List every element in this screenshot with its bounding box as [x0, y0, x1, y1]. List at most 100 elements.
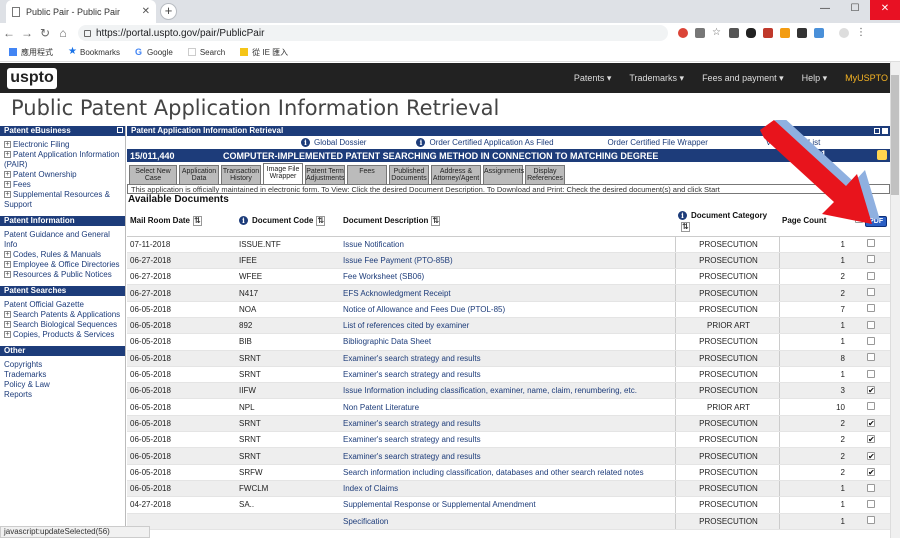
case-tab[interactable]: Transaction History — [221, 165, 261, 184]
sidebar-link[interactable]: + Resources & Public Notices — [4, 270, 122, 280]
document-description-link[interactable]: Issue Notification — [340, 236, 675, 253]
case-tab[interactable]: Address & Attorney/Agent — [431, 165, 481, 184]
document-checkbox[interactable]: ✔ — [867, 418, 875, 427]
document-description-link[interactable]: Bibliographic Data Sheet — [340, 333, 675, 351]
col-document-code[interactable]: i Document Code ⇅ — [236, 206, 340, 237]
document-description-link[interactable]: EFS Acknowledgment Receipt — [340, 284, 675, 302]
bookmark-google[interactable]: G Google — [135, 48, 173, 57]
scrollbar-thumb[interactable] — [891, 75, 899, 195]
document-description-link[interactable]: Issue Information including classificati… — [340, 382, 675, 400]
expand-plus-icon[interactable]: + — [4, 191, 11, 199]
sidebar-link[interactable]: + Copies, Products & Services — [4, 330, 122, 340]
nav-trademarks[interactable]: Trademarks ▾ — [629, 73, 684, 84]
expand-plus-icon[interactable]: + — [4, 271, 11, 279]
bookmark-bookmarks[interactable]: ★ Bookmarks — [68, 47, 120, 57]
nav-myuspto[interactable]: MyUSPTO — [845, 73, 888, 83]
nav-fees-payment[interactable]: Fees and payment ▾ — [702, 73, 784, 84]
link-order-file-wrapper[interactable]: Order Certified File Wrapper — [608, 138, 708, 147]
document-checkbox[interactable] — [867, 369, 875, 378]
sidebar-link[interactable]: + Patent Ownership — [4, 170, 122, 180]
document-checkbox[interactable]: ✔ — [867, 467, 875, 476]
document-description-link[interactable]: Supplemental Response or Supplemental Am… — [340, 496, 675, 514]
expand-plus-icon[interactable]: + — [4, 311, 11, 319]
sidebar-link[interactable]: Trademarks — [4, 370, 122, 380]
case-tab[interactable]: Fees — [347, 165, 387, 184]
star-bookmark-icon[interactable]: ☆ — [712, 28, 722, 38]
document-description-link[interactable]: Examiner's search strategy and results — [340, 366, 675, 384]
expand-plus-icon[interactable]: + — [4, 151, 11, 159]
profile-icon[interactable] — [839, 28, 849, 38]
col-mail-room-date[interactable]: Mail Room Date ⇅ — [127, 206, 236, 237]
extension-blue-icon[interactable] — [814, 28, 824, 38]
home-icon[interactable]: ⌂ — [54, 26, 72, 40]
reload-icon[interactable]: ↻ — [36, 26, 54, 40]
document-description-link[interactable]: Notice of Allowance and Fees Due (PTOL-8… — [340, 301, 675, 318]
browser-tab[interactable]: Public Pair - Public Pair ✕ — [6, 0, 156, 23]
close-tab-icon[interactable]: ✕ — [142, 6, 150, 17]
sidebar-link[interactable]: Patent Guidance and General Info — [4, 230, 122, 250]
document-checkbox[interactable] — [867, 516, 875, 525]
sidebar-link[interactable]: + Search Patents & Applications — [4, 310, 122, 320]
sidebar-link[interactable]: + Electronic Filing — [4, 140, 122, 150]
extension-red-icon[interactable] — [678, 28, 688, 38]
document-checkbox[interactable] — [867, 499, 875, 508]
case-tab[interactable]: Patent Term Adjustments — [305, 165, 345, 184]
extension-tag-icon[interactable] — [763, 28, 773, 38]
bookmark-apps[interactable]: 應用程式 — [9, 47, 53, 58]
uspto-logo[interactable]: uspto — [7, 68, 57, 89]
expand-plus-icon[interactable]: + — [4, 181, 11, 189]
case-tab[interactable]: Application Data — [179, 165, 219, 184]
expand-plus-icon[interactable]: + — [4, 251, 11, 259]
link-order-certified-application[interactable]: i Order Certified Application As Filed — [416, 138, 554, 147]
link-global-dossier[interactable]: i Global Dossier — [301, 138, 366, 147]
expand-plus-icon[interactable]: + — [4, 331, 11, 339]
expand-plus-icon[interactable]: + — [4, 261, 11, 269]
col-document-description[interactable]: Document Description ⇅ — [340, 206, 675, 237]
sort-icon[interactable]: ⇅ — [431, 215, 441, 226]
sidebar-link[interactable]: Reports — [4, 390, 122, 400]
forward-icon[interactable]: → — [18, 26, 36, 40]
document-checkbox[interactable]: ✔ — [867, 386, 875, 395]
maximize-icon[interactable]: ☐ — [840, 0, 870, 20]
document-checkbox[interactable]: ✔ — [867, 435, 875, 444]
bookmark-search[interactable]: Search — [187, 48, 225, 57]
document-description-link[interactable]: Examiner's search strategy and results — [340, 415, 675, 433]
sidebar-link[interactable]: Copyrights — [4, 360, 122, 370]
document-description-link[interactable]: Search information including classificat… — [340, 464, 675, 481]
minimize-icon[interactable]: — — [810, 0, 840, 20]
case-tab[interactable]: Image File Wrapper — [263, 163, 303, 184]
sidebar-link[interactable]: + Employee & Office Directories — [4, 260, 122, 270]
document-description-link[interactable]: Non Patent Literature — [340, 398, 675, 416]
url-field[interactable]: https://portal.uspto.gov/pair/PublicPair — [78, 25, 668, 41]
expand-plus-icon[interactable]: + — [4, 321, 11, 329]
expand-plus-icon[interactable]: + — [4, 171, 11, 179]
sidebar-link[interactable]: Policy & Law — [4, 380, 122, 390]
sort-icon[interactable]: ⇅ — [681, 221, 690, 232]
collapse-icon[interactable] — [117, 127, 123, 133]
new-tab-button[interactable]: + — [160, 3, 177, 20]
case-tab[interactable]: Display References — [525, 165, 565, 184]
document-checkbox[interactable] — [867, 320, 875, 329]
sidebar-link[interactable]: + Fees — [4, 180, 122, 190]
case-tab[interactable]: Select New Case — [129, 165, 177, 184]
document-checkbox[interactable] — [867, 255, 875, 264]
sort-icon[interactable]: ⇅ — [193, 215, 203, 226]
translate-icon[interactable] — [695, 28, 705, 38]
document-checkbox[interactable] — [867, 288, 875, 297]
nav-help[interactable]: Help ▾ — [802, 73, 828, 84]
bookmark-import-ie[interactable]: 從 IE 匯入 — [240, 47, 288, 58]
document-checkbox[interactable]: ✔ — [867, 451, 875, 460]
download-icon[interactable] — [797, 28, 807, 38]
rss-icon[interactable] — [780, 28, 790, 38]
extension-grey-icon[interactable] — [729, 28, 739, 38]
case-tab[interactable]: Published Documents — [389, 165, 429, 184]
sidebar-link[interactable]: + Codes, Rules & Manuals — [4, 250, 122, 260]
back-icon[interactable]: ← — [0, 26, 18, 40]
document-description-link[interactable]: Issue Fee Payment (PTO-85B) — [340, 252, 675, 270]
document-checkbox[interactable] — [867, 336, 875, 345]
nav-patents[interactable]: Patents ▾ — [574, 73, 612, 84]
document-description-link[interactable]: Examiner's search strategy and results — [340, 431, 675, 449]
document-description-link[interactable]: Index of Claims — [340, 480, 675, 498]
document-description-link[interactable]: Fee Worksheet (SB06) — [340, 268, 675, 286]
document-checkbox[interactable] — [867, 483, 875, 492]
